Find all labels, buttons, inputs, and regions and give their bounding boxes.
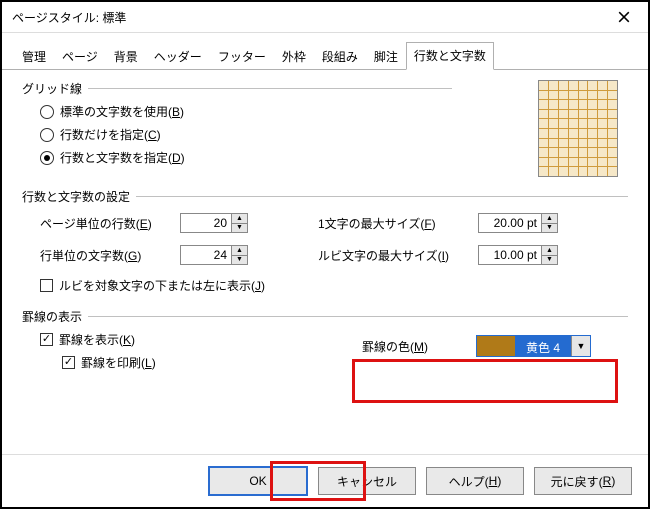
- char-max-size-value: 20.00 pt: [479, 214, 541, 232]
- group-keisen-label: 罫線の表示: [22, 308, 82, 325]
- tab-page[interactable]: ページ: [54, 43, 106, 70]
- lines-per-page-value: 20: [181, 214, 231, 232]
- show-keisen-label: 罫線を表示(K): [59, 331, 135, 348]
- dialog-footer: OK キャンセル ヘルプ(H) 元に戻す(R): [2, 454, 648, 507]
- ok-button[interactable]: OK: [208, 466, 308, 496]
- tab-strip: 管理 ページ 背景 ヘッダー フッター 外枠 段組み 脚注 行数と文字数: [2, 33, 648, 70]
- close-icon: [618, 11, 630, 23]
- tab-admin[interactable]: 管理: [14, 43, 54, 70]
- ruby-position-check[interactable]: ルビを対象文字の下または左に表示(J): [40, 277, 628, 294]
- chevron-down-icon: ▼: [571, 336, 590, 356]
- tab-columns[interactable]: 段組み: [314, 43, 366, 70]
- group-keisen: 罫線の表示: [22, 308, 628, 325]
- radio-lines-only-label: 行数だけを指定(C): [60, 126, 161, 143]
- window-title: ページスタイル: 標準: [12, 9, 126, 26]
- tab-bg[interactable]: 背景: [106, 43, 146, 70]
- group-layout: 行数と文字数の設定: [22, 188, 628, 205]
- cancel-button[interactable]: キャンセル: [318, 467, 416, 495]
- spin-down-icon[interactable]: ▼: [542, 224, 557, 233]
- chars-per-line-spinner[interactable]: 24 ▲▼: [180, 245, 248, 265]
- checkbox-icon: [40, 333, 53, 346]
- char-max-size-label: 1文字の最大サイズ(F): [318, 215, 478, 232]
- tab-border[interactable]: 外枠: [274, 43, 314, 70]
- char-max-size-spinner[interactable]: 20.00 pt ▲▼: [478, 213, 558, 233]
- close-button[interactable]: [604, 5, 644, 29]
- ruby-max-size-label: ルビ文字の最大サイズ(I): [318, 247, 478, 264]
- radio-lines-and-chars-label: 行数と文字数を指定(D): [60, 149, 185, 166]
- titlebar: ページスタイル: 標準: [2, 2, 648, 33]
- lines-per-page-spinner[interactable]: 20 ▲▼: [180, 213, 248, 233]
- tab-footnote[interactable]: 脚注: [366, 43, 406, 70]
- checkbox-icon: [40, 279, 53, 292]
- content-area: グリッド線 標準の文字数を使用(B) 行数だけを指定(C) 行数と文字数を指定(…: [2, 70, 648, 463]
- spin-up-icon[interactable]: ▲: [542, 246, 557, 256]
- spin-up-icon[interactable]: ▲: [232, 246, 247, 256]
- page-style-dialog: ページスタイル: 標準 管理 ページ 背景 ヘッダー フッター 外枠 段組み 脚…: [0, 0, 650, 509]
- spin-down-icon[interactable]: ▼: [232, 224, 247, 233]
- tab-footer[interactable]: フッター: [210, 43, 274, 70]
- print-keisen-label: 罫線を印刷(L): [81, 354, 156, 371]
- group-gridlines: グリッド線: [22, 80, 452, 97]
- spin-down-icon[interactable]: ▼: [232, 256, 247, 265]
- chars-per-line-label: 行単位の文字数(G): [40, 247, 180, 264]
- help-button[interactable]: ヘルプ(H): [426, 467, 524, 495]
- spin-down-icon[interactable]: ▼: [542, 256, 557, 265]
- color-swatch: [477, 336, 515, 356]
- ruby-max-size-spinner[interactable]: 10.00 pt ▲▼: [478, 245, 558, 265]
- grid-preview: [538, 80, 618, 177]
- radio-icon: [40, 151, 54, 165]
- radio-standard-chars-label: 標準の文字数を使用(B): [60, 103, 184, 120]
- radio-icon: [40, 105, 54, 119]
- keisen-color-name: 黄色 4: [515, 336, 571, 356]
- radio-icon: [40, 128, 54, 142]
- spin-up-icon[interactable]: ▲: [232, 214, 247, 224]
- lines-per-page-label: ページ単位の行数(E): [40, 215, 180, 232]
- keisen-color-label: 罫線の色(M): [362, 338, 472, 355]
- checkbox-icon: [62, 356, 75, 369]
- group-gridlines-label: グリッド線: [22, 80, 82, 97]
- tab-header[interactable]: ヘッダー: [146, 43, 210, 70]
- ruby-max-size-value: 10.00 pt: [479, 246, 541, 264]
- keisen-color-combo[interactable]: 黄色 4 ▼: [476, 335, 591, 357]
- ruby-position-label: ルビを対象文字の下または左に表示(J): [59, 277, 265, 294]
- tab-textgrid[interactable]: 行数と文字数: [406, 42, 494, 70]
- group-layout-label: 行数と文字数の設定: [22, 188, 130, 205]
- reset-button[interactable]: 元に戻す(R): [534, 467, 632, 495]
- chars-per-line-value: 24: [181, 246, 231, 264]
- spin-up-icon[interactable]: ▲: [542, 214, 557, 224]
